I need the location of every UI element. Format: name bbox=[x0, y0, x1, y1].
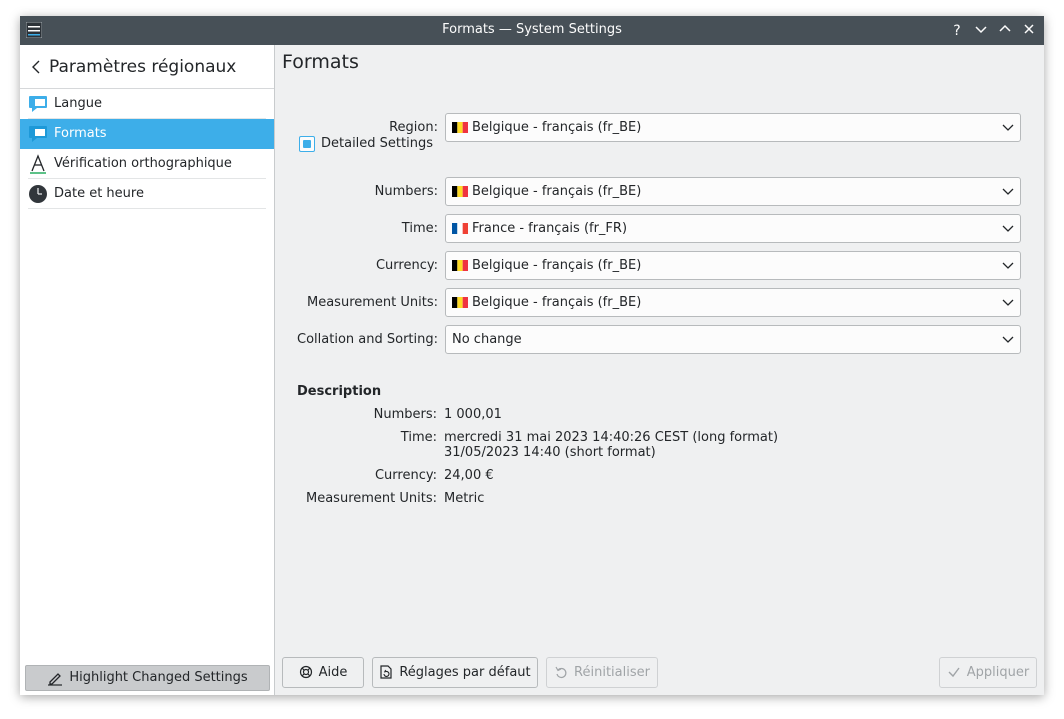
speech-bubble-icon bbox=[29, 126, 47, 142]
currency-label: Currency: bbox=[375, 258, 438, 273]
sidebar-item-label: Date et heure bbox=[54, 186, 144, 201]
currency-value: Belgique - français (fr_BE) bbox=[472, 258, 642, 273]
desc-measurement-value: Metric bbox=[444, 491, 485, 506]
undo-icon bbox=[555, 666, 567, 678]
desc-time-short: 31/05/2023 14:40 (short format) bbox=[444, 445, 656, 460]
chevron-up-icon bbox=[999, 24, 1011, 32]
window-title: Formats — System Settings bbox=[442, 22, 622, 37]
measurement-combobox[interactable]: Belgique - français (fr_BE) bbox=[445, 288, 1021, 317]
reset-button[interactable]: Réinitialiser bbox=[546, 657, 658, 688]
chevron-down-icon bbox=[975, 26, 987, 34]
lifebuoy-icon bbox=[299, 665, 312, 678]
time-combobox[interactable]: France - français (fr_FR) bbox=[445, 214, 1021, 243]
clock-icon bbox=[29, 185, 47, 203]
description-heading: Description bbox=[297, 384, 382, 399]
chevron-down-icon bbox=[1002, 336, 1014, 343]
numbers-label: Numbers: bbox=[374, 184, 438, 199]
speech-bubble-icon bbox=[29, 96, 47, 112]
chevron-down-icon bbox=[1002, 225, 1014, 232]
system-settings-window: Formats — System Settings ? Paramètres r… bbox=[20, 16, 1044, 695]
measurement-value: Belgique - français (fr_BE) bbox=[472, 295, 642, 310]
chevron-down-icon bbox=[1002, 124, 1014, 131]
sidebar-footer: Highlight Changed Settings bbox=[20, 658, 274, 695]
chevron-down-icon bbox=[1002, 299, 1014, 306]
sidebar-item-date-time[interactable]: Date et heure bbox=[20, 179, 274, 209]
desc-time-label: Time: bbox=[400, 430, 437, 445]
help-titlebar-button[interactable]: ? bbox=[948, 22, 966, 40]
highlight-button-label: Highlight Changed Settings bbox=[69, 670, 248, 685]
reset-button-label: Réinitialiser bbox=[574, 665, 650, 680]
help-button[interactable]: Aide bbox=[282, 657, 364, 688]
currency-combobox[interactable]: Belgique - français (fr_BE) bbox=[445, 251, 1021, 280]
chevron-down-icon bbox=[1002, 188, 1014, 195]
sidebar-item-langue[interactable]: Langue bbox=[20, 89, 274, 119]
time-label: Time: bbox=[401, 221, 438, 236]
page-title: Formats bbox=[282, 51, 359, 73]
sidebar-item-formats[interactable]: Formats bbox=[20, 119, 274, 149]
numbers-value: Belgique - français (fr_BE) bbox=[472, 184, 642, 199]
france-flag-icon bbox=[452, 223, 468, 234]
belgium-flag-icon bbox=[452, 297, 468, 308]
help-button-label: Aide bbox=[318, 665, 348, 680]
desc-numbers-label: Numbers: bbox=[373, 407, 437, 422]
chevron-down-icon bbox=[1002, 262, 1014, 269]
detailed-settings-checkbox[interactable] bbox=[299, 136, 315, 152]
sidebar: Paramètres régionaux Langue Formats Véri… bbox=[20, 45, 275, 695]
belgium-flag-icon bbox=[452, 260, 468, 271]
belgium-flag-icon bbox=[452, 122, 468, 133]
region-combobox[interactable]: Belgique - français (fr_BE) bbox=[445, 113, 1021, 142]
collation-combobox[interactable]: No change bbox=[445, 325, 1021, 354]
defaults-button-label: Réglages par défaut bbox=[399, 665, 531, 680]
spellcheck-icon bbox=[30, 154, 46, 174]
sidebar-item-label: Langue bbox=[54, 96, 102, 111]
checkmark-icon bbox=[948, 667, 960, 677]
desc-time-long: mercredi 31 mai 2023 14:40:26 CEST (long… bbox=[444, 430, 779, 445]
desc-currency-value: 24,00 € bbox=[444, 468, 494, 483]
apply-button-label: Appliquer bbox=[966, 665, 1030, 680]
desc-measurement-label: Measurement Units: bbox=[306, 491, 437, 506]
title-bar[interactable]: Formats — System Settings ? bbox=[20, 16, 1044, 45]
sidebar-title: Paramètres régionaux bbox=[49, 57, 237, 77]
back-arrow-icon[interactable] bbox=[30, 57, 42, 77]
pen-icon bbox=[48, 672, 63, 686]
measurement-label: Measurement Units: bbox=[307, 295, 438, 310]
time-value: France - français (fr_FR) bbox=[472, 221, 628, 236]
region-label: Region: bbox=[389, 120, 438, 135]
collation-value: No change bbox=[452, 332, 522, 347]
defaults-button[interactable]: Réglages par défaut bbox=[372, 657, 538, 688]
document-revert-icon bbox=[380, 664, 392, 679]
highlight-changed-settings-button[interactable]: Highlight Changed Settings bbox=[25, 665, 270, 691]
close-icon bbox=[1024, 24, 1034, 34]
divider bbox=[28, 208, 266, 209]
belgium-flag-icon bbox=[452, 186, 468, 197]
sidebar-list: Langue Formats Vérification orthographiq… bbox=[20, 89, 274, 209]
sidebar-item-label: Vérification orthographique bbox=[54, 156, 232, 171]
desc-numbers-value: 1 000,01 bbox=[444, 407, 502, 422]
close-button[interactable] bbox=[1020, 22, 1038, 40]
maximize-button[interactable] bbox=[996, 22, 1014, 40]
detailed-settings-label[interactable]: Detailed Settings bbox=[321, 136, 433, 151]
numbers-combobox[interactable]: Belgique - français (fr_BE) bbox=[445, 177, 1021, 206]
collation-label: Collation and Sorting: bbox=[297, 332, 438, 347]
sidebar-header[interactable]: Paramètres régionaux bbox=[20, 45, 274, 89]
desc-currency-label: Currency: bbox=[374, 468, 437, 483]
region-value: Belgique - français (fr_BE) bbox=[472, 120, 642, 135]
sidebar-item-label: Formats bbox=[54, 126, 107, 141]
main-content: Formats Region: Belgique - français (fr_… bbox=[275, 45, 1044, 695]
sidebar-item-spellcheck[interactable]: Vérification orthographique bbox=[20, 149, 274, 179]
minimize-button[interactable] bbox=[972, 22, 990, 40]
apply-button[interactable]: Appliquer bbox=[939, 657, 1037, 688]
